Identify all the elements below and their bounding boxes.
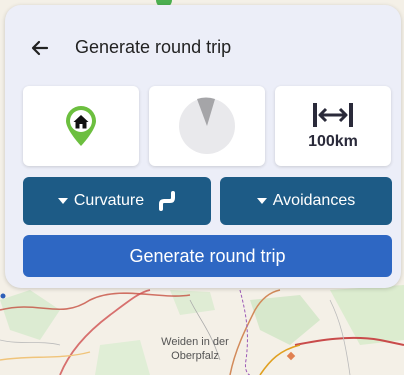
home-pin-icon (66, 106, 96, 146)
arrow-left-icon (31, 40, 49, 56)
width-arrows-icon (313, 103, 353, 127)
curvature-label: Curvature (73, 192, 145, 209)
curvature-dropdown-button[interactable]: Curvature (23, 177, 211, 225)
avoidances-dropdown-button[interactable]: Avoidances (220, 177, 392, 225)
distance-card[interactable]: 100km (275, 86, 391, 166)
direction-card[interactable] (149, 86, 265, 166)
generate-round-trip-button[interactable]: Generate round trip (23, 235, 392, 277)
direction-pie-icon (179, 97, 235, 154)
distance-label: 100km (308, 133, 358, 150)
caret-down-icon (256, 198, 267, 204)
caret-down-icon (57, 198, 68, 204)
round-trip-panel: Generate round trip 100km Curvature Avoi… (5, 5, 401, 288)
avoidances-label: Avoidances (272, 192, 356, 209)
map-place-label-line1: Weiden in der (161, 336, 229, 348)
curvy-road-icon (159, 191, 176, 211)
map-place-label: Weiden in der Oberpfalz (150, 335, 240, 363)
page-title: Generate round trip (75, 37, 232, 57)
start-location-card[interactable] (23, 86, 139, 166)
back-button[interactable] (25, 33, 55, 63)
map-place-label-line2: Oberpfalz (171, 350, 219, 362)
